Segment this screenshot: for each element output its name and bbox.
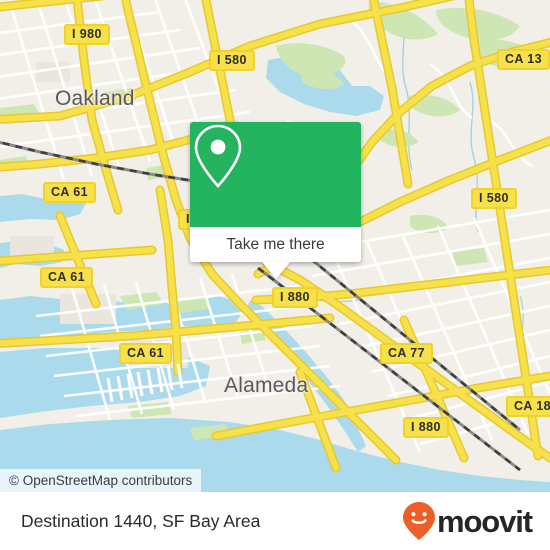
card-image-area	[190, 122, 361, 227]
road-shield-ca61-south[interactable]: CA 61	[119, 343, 172, 364]
road-shield-ca77[interactable]: CA 77	[380, 343, 433, 364]
road-shield-i980[interactable]: I 980	[64, 24, 110, 45]
road-shield-i580-north[interactable]: I 580	[209, 50, 255, 71]
take-me-there-label: Take me there	[226, 235, 325, 253]
road-shield-ca61-mid[interactable]: CA 61	[40, 267, 93, 288]
map-pin-icon	[194, 124, 242, 188]
moovit-logo[interactable]: moovit	[402, 501, 533, 541]
map-canvas[interactable]: Oakland Alameda I 980 I 580 CA 13 CA 61 …	[0, 0, 550, 492]
road-shield-i880-north[interactable]: I 880	[272, 287, 318, 308]
road-shield-ca13[interactable]: CA 13	[497, 49, 550, 70]
osm-attribution[interactable]: © OpenStreetMap contributors	[0, 469, 202, 492]
footer-bar: Destination 1440, SF Bay Area moovit	[0, 492, 550, 550]
road-shield-ca61-north[interactable]: CA 61	[43, 182, 96, 203]
map-label-oakland: Oakland	[55, 87, 135, 110]
take-me-there-button[interactable]: Take me there	[190, 227, 361, 279]
destination-title: Destination 1440, SF Bay Area	[21, 510, 261, 531]
road-shield-i880-south[interactable]: I 880	[403, 417, 449, 438]
road-shield-ca185[interactable]: CA 185	[506, 396, 550, 417]
destination-card[interactable]: Take me there	[190, 122, 361, 279]
card-pointer-tail	[261, 262, 290, 279]
moovit-smiley-pin-icon	[402, 502, 435, 540]
moovit-wordmark: moovit	[436, 503, 533, 539]
map-label-alameda: Alameda	[224, 374, 309, 397]
road-shield-i580-east[interactable]: I 580	[471, 188, 517, 209]
map-screenshot: Oakland Alameda I 980 I 580 CA 13 CA 61 …	[0, 0, 550, 550]
